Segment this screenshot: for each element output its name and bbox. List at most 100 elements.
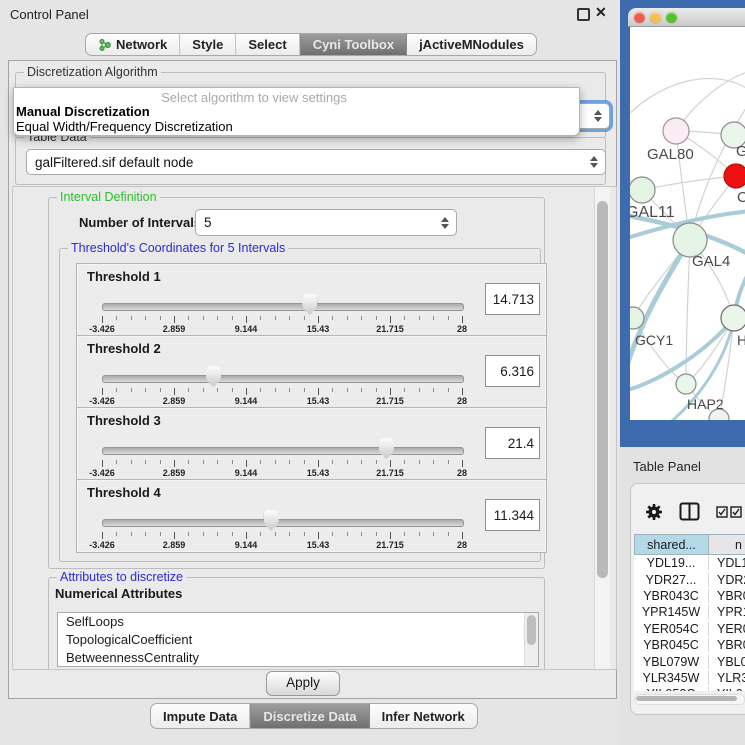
tab-discretize-data[interactable]: Discretize Data (250, 703, 369, 729)
cell-name[interactable]: YER0 (709, 622, 745, 636)
cell-shared-name[interactable]: YIL052C (634, 687, 709, 691)
network-canvas[interactable]: GAL80G.GAL11CGAL4GCY1HHAP2 (630, 27, 745, 420)
table-data-combobox[interactable]: galFiltered.sif default node (26, 149, 606, 175)
tick-mark (275, 532, 276, 536)
table-row[interactable]: YBR045CYBR0 (634, 637, 745, 653)
network-node[interactable] (673, 223, 707, 257)
mac-close-icon[interactable] (634, 12, 645, 23)
cell-name[interactable]: YBL0 (709, 655, 745, 669)
network-node[interactable] (630, 177, 655, 203)
tick-mark (188, 388, 189, 392)
tab-select[interactable]: Select (236, 33, 299, 56)
horizontal-scrollbar[interactable] (634, 694, 745, 705)
number-of-intervals-combobox[interactable]: 5 (195, 209, 457, 236)
table-row[interactable]: YLR345WYLR3 (634, 670, 745, 686)
tab-style[interactable]: Style (180, 33, 236, 56)
threshold-value-field[interactable]: 6.316 (485, 355, 540, 387)
tick-mark (188, 316, 189, 320)
network-node[interactable] (663, 118, 689, 144)
tab-jactivemnodules[interactable]: jActiveMNodules (407, 33, 537, 56)
threshold-panel: Threshold 3 -3.4262.8599.14415.4321.7152… (76, 407, 547, 481)
network-node[interactable] (721, 305, 745, 331)
vertical-scrollbar[interactable] (594, 187, 610, 669)
numerical-attributes-list[interactable]: SelfLoopsTopologicalCoefficientBetweenne… (57, 612, 539, 667)
threshold-value-field[interactable]: 11.344 (485, 499, 540, 531)
checkbox-icon[interactable] (730, 506, 742, 518)
tick-mark (462, 460, 463, 467)
split-columns-icon[interactable] (679, 502, 700, 521)
table-row[interactable]: YBR043CYBR0 (634, 588, 745, 604)
gear-icon[interactable] (645, 503, 663, 521)
table-row[interactable]: YIL052CYIL0 (634, 686, 745, 691)
popup-option-manual-discretization[interactable]: Manual Discretization (16, 104, 150, 119)
table-row[interactable]: YDR27...YDR2 (634, 571, 745, 587)
cell-name[interactable]: YDR2 (709, 573, 745, 587)
cell-name[interactable]: YDL1 (709, 556, 745, 570)
slider-handle[interactable] (206, 366, 221, 387)
tick-mark (433, 316, 434, 320)
attribute-list-item[interactable]: SelfLoops (58, 613, 538, 631)
tick-label: 28 (457, 396, 467, 406)
table-row[interactable]: YPR145WYPR1 (634, 604, 745, 620)
mac-minimize-icon[interactable] (650, 12, 661, 23)
column-header-shared-name[interactable]: shared... (634, 534, 709, 555)
slider-handle[interactable] (302, 294, 317, 315)
tick-mark (160, 532, 161, 536)
threshold-slider[interactable]: -3.4262.8599.14415.4321.71528 (102, 480, 462, 552)
tick-mark (116, 460, 117, 464)
checkbox-icon[interactable] (716, 506, 728, 518)
cell-shared-name[interactable]: YBR043C (634, 589, 709, 603)
table-row[interactable]: YBL079WYBL0 (634, 653, 745, 669)
slider-track[interactable] (102, 303, 464, 311)
tab-cyni-toolbox[interactable]: Cyni Toolbox (300, 33, 407, 56)
cell-name[interactable]: YBR0 (709, 589, 745, 603)
slider-track[interactable] (102, 519, 464, 527)
cell-name[interactable]: YPR1 (709, 605, 745, 619)
threshold-panel: Threshold 2 -3.4262.8599.14415.4321.7152… (76, 335, 547, 409)
network-edge[interactable] (630, 79, 745, 119)
tick-mark (390, 460, 391, 467)
network-window-titlebar[interactable] (628, 8, 745, 27)
cell-shared-name[interactable]: YBR045C (634, 638, 709, 652)
cell-shared-name[interactable]: YDR27... (634, 573, 709, 587)
scrollbar-thumb[interactable] (597, 201, 608, 578)
cell-name[interactable]: YBR0 (709, 638, 745, 652)
slider-track[interactable] (102, 447, 464, 455)
threshold-value-field[interactable]: 21.4 (485, 427, 540, 459)
tab-infer-network[interactable]: Infer Network (370, 703, 478, 729)
tick-mark (145, 460, 146, 464)
cell-shared-name[interactable]: YPR145W (634, 605, 709, 619)
tab-network[interactable]: Network (85, 33, 180, 56)
network-edge[interactable] (642, 176, 736, 190)
cell-name[interactable]: YIL0 (709, 687, 743, 691)
cell-shared-name[interactable]: YDL19... (634, 556, 709, 570)
tab-impute-data[interactable]: Impute Data (150, 703, 250, 729)
tick-mark (419, 532, 420, 536)
network-node[interactable] (724, 164, 745, 188)
apply-button[interactable]: Apply (266, 671, 340, 696)
close-icon[interactable]: ✕ (595, 4, 607, 21)
threshold-slider[interactable]: -3.4262.8599.14415.4321.71528 (102, 336, 462, 408)
cell-shared-name[interactable]: YER054C (634, 622, 709, 636)
cell-name[interactable]: YLR3 (709, 671, 745, 685)
column-header-name[interactable]: n (709, 534, 745, 555)
network-node[interactable] (676, 374, 696, 394)
table-rows[interactable]: YDL19...YDL1YDR27...YDR2YBR043CYBR0YPR14… (634, 555, 745, 691)
float-window-icon[interactable] (577, 8, 590, 21)
slider-track[interactable] (102, 375, 464, 383)
threshold-value-field[interactable]: 14.713 (485, 283, 540, 315)
attribute-list-item[interactable]: TopologicalCoefficient (58, 631, 538, 649)
slider-handle[interactable] (264, 510, 279, 531)
slider-handle[interactable] (379, 438, 394, 459)
cell-shared-name[interactable]: YLR345W (634, 671, 709, 685)
attribute-list-item[interactable]: BetweennessCentrality (58, 649, 538, 667)
table-row[interactable]: YER054CYER0 (634, 621, 745, 637)
table-row[interactable]: YDL19...YDL1 (634, 555, 745, 571)
threshold-slider[interactable]: -3.4262.8599.14415.4321.71528 (102, 408, 462, 480)
scrollbar-thumb[interactable] (636, 696, 737, 701)
popup-option-equal-width-frequency[interactable]: Equal Width/Frequency Discretization (16, 119, 233, 134)
list-scrollbar[interactable] (524, 613, 538, 666)
threshold-slider[interactable]: -3.4262.8599.14415.4321.71528 (102, 264, 462, 336)
cell-shared-name[interactable]: YBL079W (634, 655, 709, 669)
mac-zoom-icon[interactable] (666, 12, 677, 23)
